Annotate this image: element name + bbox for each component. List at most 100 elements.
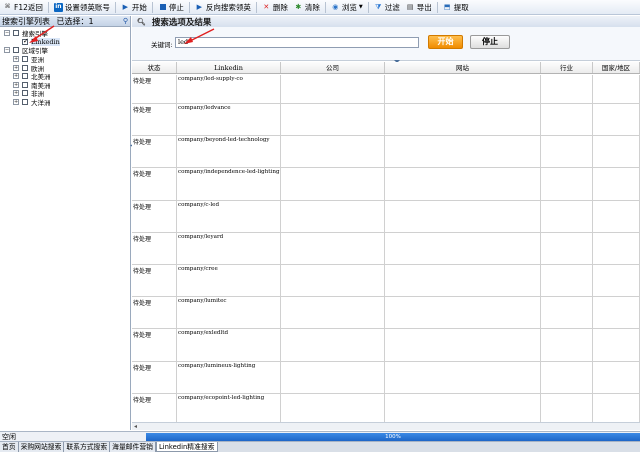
industry-cell	[541, 104, 593, 136]
table-row[interactable]: 待处理 company/beyond-led-technology	[132, 136, 640, 169]
toolbar-separator	[188, 1, 190, 13]
country-cell	[593, 361, 640, 393]
play-icon: ▶	[196, 2, 203, 11]
website-cell	[385, 168, 541, 200]
reverse-search-linkedin-button[interactable]: ▶ 反向搜索领英	[192, 1, 254, 14]
stop-label: 停止	[168, 2, 184, 12]
industry-cell	[541, 136, 593, 168]
industry-cell	[541, 232, 593, 264]
linkedin-cell: company/beyond-led-technology	[177, 136, 281, 168]
checkbox-checked[interactable]	[22, 37, 29, 45]
search-results-panel: 🔍︎ 搜索选项及结果 关键词: led 开始 停止 状态 Linkedin 公司…	[132, 16, 640, 430]
status-cell: 待处理	[132, 136, 177, 168]
checkbox[interactable]	[22, 73, 28, 80]
start-button[interactable]: ▶ 开始	[118, 1, 150, 14]
company-cell	[281, 264, 385, 297]
tree-node-search-engines[interactable]: − 搜索引擎	[0, 29, 130, 38]
company-cell	[281, 136, 385, 168]
tab-mass-email-marketing[interactable]: 海量邮件营销	[110, 442, 156, 452]
checkbox[interactable]	[22, 90, 28, 97]
table-row[interactable]: 待处理 company/ecopoint-led-lighting	[132, 393, 640, 422]
delete-button[interactable]: ✕ 删除	[259, 1, 291, 14]
tree-node-south-america[interactable]: + 南美洲	[0, 81, 130, 90]
chevron-down-icon[interactable]: ▼	[359, 4, 363, 10]
table-row[interactable]: 待处理 company/cree	[132, 264, 640, 298]
scroll-left-icon[interactable]: ◂	[134, 423, 137, 431]
keyword-label: 关键词:	[151, 41, 173, 49]
browse-label: 浏览	[341, 2, 357, 12]
expand-icon[interactable]: +	[13, 90, 19, 97]
tab-home[interactable]: 首页	[0, 442, 19, 452]
filter-icon: ⧩	[375, 2, 382, 11]
column-header-country[interactable]: 国家/地区	[593, 62, 640, 73]
table-row[interactable]: 待处理 company/lumitec	[132, 297, 640, 330]
table-row[interactable]: 待处理 company/ledvance	[132, 104, 640, 137]
collapse-icon[interactable]: −	[4, 47, 10, 54]
filter-button[interactable]: ⧩ 过滤	[371, 1, 403, 14]
collapse-icon[interactable]: −	[4, 30, 10, 37]
tree-node-label: 大洋洲	[31, 99, 51, 108]
tree-node-africa[interactable]: + 非洲	[0, 89, 130, 98]
tree-node-asia[interactable]: + 亚洲	[0, 55, 130, 64]
table-row[interactable]: 待处理 company/led-supply-co	[132, 75, 640, 104]
keyword-input[interactable]: led	[175, 37, 419, 48]
stop-button[interactable]: 停止	[155, 1, 187, 14]
expand-icon[interactable]: +	[13, 99, 19, 106]
search-stop-button[interactable]: 停止	[470, 35, 510, 49]
checkbox[interactable]	[22, 56, 28, 63]
expand-icon[interactable]: +	[13, 64, 19, 71]
clear-button[interactable]: ✱ 清除	[291, 1, 323, 14]
tab-procurement-site-search[interactable]: 采购网站搜索	[18, 442, 65, 452]
export-button[interactable]: ▤ 导出	[403, 1, 435, 14]
tree-node-linkedin[interactable]: Linkedin	[0, 37, 130, 47]
back-f12-button[interactable]: ⌘ F12返回	[0, 1, 46, 14]
extract-label: 提取	[453, 2, 469, 12]
key-icon: ⌘	[4, 3, 11, 10]
extract-button[interactable]: ⬒ 提取	[440, 1, 472, 14]
status-cell: 待处理	[132, 200, 177, 232]
status-cell: 待处理	[132, 168, 177, 200]
tab-linkedin-precise-search[interactable]: Linkedin精准搜索	[155, 442, 218, 452]
tree-node-oceania[interactable]: + 大洋洲	[0, 98, 130, 107]
toolbar-separator	[47, 1, 49, 13]
table-row[interactable]: 待处理 company/lumineux-lighting	[132, 361, 640, 394]
company-cell	[281, 232, 385, 264]
industry-cell	[541, 200, 593, 232]
checkbox[interactable]	[22, 64, 28, 71]
panel-title: 搜索引擎列表	[2, 16, 50, 26]
checkbox[interactable]	[22, 81, 28, 88]
column-header-status[interactable]: 状态	[132, 62, 177, 73]
table-row[interactable]: 待处理 company/exledltd	[132, 329, 640, 362]
column-header-company[interactable]: 公司	[281, 62, 385, 73]
expand-icon[interactable]: +	[13, 81, 19, 88]
company-cell	[281, 297, 385, 329]
linkedin-cell: company/ledvance	[177, 104, 281, 136]
column-header-website[interactable]: 网站	[385, 62, 541, 73]
expand-icon[interactable]: +	[13, 56, 19, 63]
column-header-linkedin[interactable]: Linkedin	[177, 62, 281, 73]
set-linkedin-account-button[interactable]: in 设置领英账号	[51, 1, 113, 14]
progress-bar: 100%	[146, 433, 640, 441]
industry-cell	[541, 264, 593, 297]
search-start-button[interactable]: 开始	[428, 35, 463, 49]
table-row[interactable]: 待处理 company/leyard	[132, 232, 640, 265]
checkbox[interactable]	[13, 30, 19, 37]
horizontal-scrollbar[interactable]: ◂	[132, 422, 640, 430]
column-header-industry[interactable]: 行业	[541, 62, 593, 73]
table-row[interactable]: 待处理 company/independence-led-lighting	[132, 168, 640, 201]
pin-icon[interactable]: ⚲	[123, 17, 128, 25]
main-toolbar: ⌘ F12返回 in 设置领英账号 ▶ 开始 停止 ▶ 反向搜索领英 ✕ 删除 …	[0, 0, 640, 15]
tree-node-regional-engines[interactable]: − 区域引擎	[0, 46, 130, 55]
expand-icon[interactable]: +	[13, 73, 19, 80]
tree-node-europe[interactable]: + 欧洲	[0, 63, 130, 73]
toolbar-separator	[436, 1, 438, 13]
checkbox[interactable]	[13, 47, 19, 54]
browse-button[interactable]: ◉ 浏览 ▼	[328, 1, 366, 14]
table-row[interactable]: 待处理 company/c-led	[132, 200, 640, 233]
checkbox[interactable]	[22, 99, 28, 106]
tab-contact-search[interactable]: 联系方式搜索	[64, 442, 111, 452]
company-cell	[281, 393, 385, 422]
selected-count: 已选择：1	[56, 16, 94, 26]
linkedin-cell: company/lumineux-lighting	[177, 361, 281, 393]
tree-node-north-america[interactable]: + 北美洲	[0, 72, 130, 81]
